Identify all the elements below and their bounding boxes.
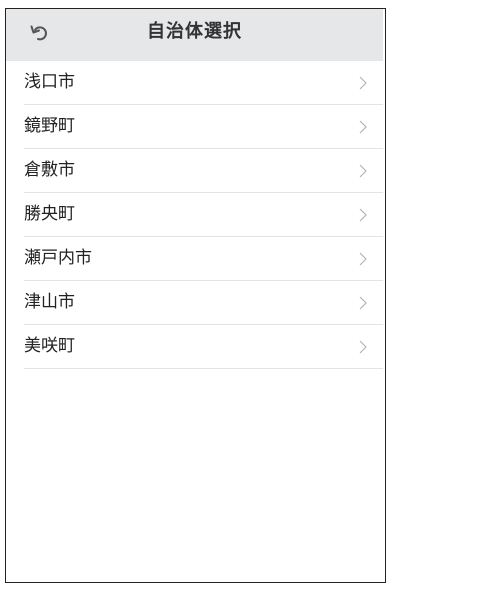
- list-item-misaki[interactable]: 美咲町: [24, 325, 383, 369]
- chevron-right-icon: [359, 296, 367, 310]
- undo-arrow-icon: [30, 24, 50, 46]
- chevron-right-icon: [359, 252, 367, 266]
- list-item-setouchi[interactable]: 瀬戸内市: [24, 237, 383, 281]
- list-item-asakuchi[interactable]: 浅口市: [24, 61, 383, 105]
- list-item-label: 瀬戸内市: [24, 248, 92, 268]
- list-item-label: 美咲町: [24, 336, 75, 356]
- list-item-label: 勝央町: [24, 204, 75, 224]
- list-item-label: 倉敷市: [24, 160, 75, 180]
- list-item-kurashiki[interactable]: 倉敷市: [24, 149, 383, 193]
- list-item-label: 津山市: [24, 292, 75, 312]
- back-button[interactable]: [24, 19, 56, 51]
- page-title: 自治体選択: [147, 21, 242, 42]
- list-item-tsuyama[interactable]: 津山市: [24, 281, 383, 325]
- chevron-right-icon: [359, 164, 367, 178]
- chevron-right-icon: [359, 208, 367, 222]
- list-item-label: 鏡野町: [24, 116, 75, 136]
- municipality-list: 浅口市 鏡野町 倉敷市 勝央町 瀬戸内市 津山市 美咲町: [24, 61, 383, 369]
- chevron-right-icon: [359, 120, 367, 134]
- header-bar: 自治体選択: [6, 9, 383, 61]
- chevron-right-icon: [359, 340, 367, 354]
- chevron-right-icon: [359, 76, 367, 90]
- list-item-label: 浅口市: [24, 72, 75, 92]
- app-frame: 自治体選択 浅口市 鏡野町 倉敷市 勝央町 瀬戸内市 津山市 美咲町: [5, 8, 386, 583]
- list-item-kagamino[interactable]: 鏡野町: [24, 105, 383, 149]
- list-item-shouou[interactable]: 勝央町: [24, 193, 383, 237]
